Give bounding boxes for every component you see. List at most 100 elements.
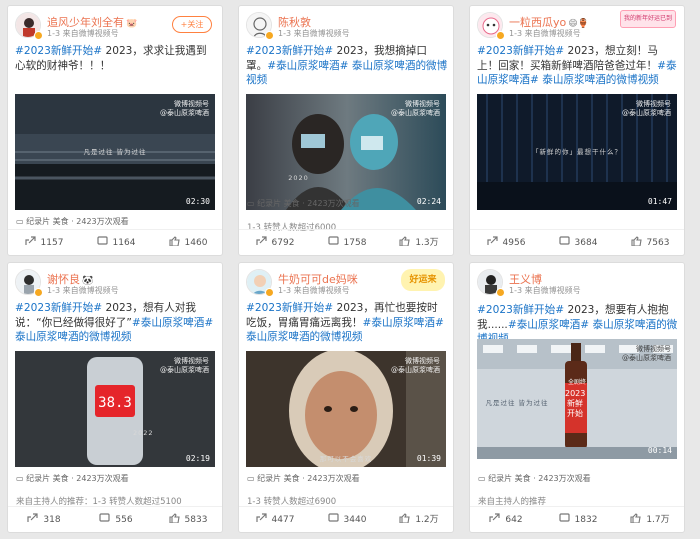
- post-header: 一粒西瓜yo 😄🏺 1-3 来自微博视频号 我的新年好运已到: [477, 10, 678, 40]
- video-year: 2022: [133, 429, 154, 437]
- video-stats: ▭ 纪录片 美食 · 2423万次观看: [247, 199, 360, 208]
- comment-button[interactable]: 1164: [80, 230, 152, 255]
- thumbs-up-icon: [168, 513, 180, 523]
- video-duration: 00:14: [647, 446, 672, 455]
- post-header: 王义博 1-3 来自微博视频号: [477, 269, 678, 297]
- user-emoji: 🐷: [126, 19, 138, 29]
- hashtag-link[interactable]: #2023新鲜开始#: [15, 45, 102, 57]
- share-button[interactable]: 6792: [239, 230, 311, 255]
- share-icon: [255, 236, 267, 245]
- video-watermark: 微博视频号 @泰山原浆啤酒: [391, 100, 440, 117]
- action-bar: 4477 3440 1.2万: [239, 506, 453, 532]
- comment-button[interactable]: 3440: [311, 507, 383, 532]
- action-bar: 1157 1164 1460: [8, 229, 222, 255]
- share-button[interactable]: 318: [8, 507, 80, 532]
- video-watermark: 微博视频号 @泰山原浆啤酒: [622, 345, 671, 362]
- comment-icon: [327, 236, 339, 245]
- hashtag-link[interactable]: #2023新鲜开始#: [477, 304, 564, 316]
- like-button[interactable]: 1460: [152, 230, 222, 255]
- hashtag-link[interactable]: #2023新鲜开始#: [246, 45, 333, 57]
- post-card: 一粒西瓜yo 😄🏺 1-3 来自微博视频号 我的新年好运已到 #2023新鲜开始#…: [469, 5, 685, 256]
- share-icon: [24, 236, 36, 245]
- hashtag-link[interactable]: #2023新鲜开始#: [477, 45, 564, 57]
- thermometer-reading: 38.3: [98, 395, 132, 411]
- share-button[interactable]: 4477: [239, 507, 311, 532]
- like-button[interactable]: 5833: [152, 507, 222, 532]
- verified-badge-icon: [496, 31, 505, 40]
- post-meta: 1-3 来自微博视频号: [509, 286, 581, 295]
- share-button[interactable]: 1157: [8, 230, 80, 255]
- post-meta: 1-3 来自微博视频号: [278, 286, 350, 295]
- video-watermark: 微博视频号 @泰山原浆啤酒: [391, 357, 440, 374]
- post-meta: 1-3 来自微博视频号: [509, 29, 581, 38]
- bottle-top-label: 全剧终: [567, 379, 586, 386]
- comment-icon: [96, 236, 108, 245]
- video-caption: 凡是过往 皆为过往: [485, 399, 549, 407]
- video-play-icon: ▭: [247, 199, 258, 208]
- hashtag-link[interactable]: #泰山原浆啤酒#: [132, 317, 213, 329]
- action-bar: 642 1832 1.7万: [470, 506, 684, 532]
- video-stats: ▭ 纪录片 美食 · 2423万次观看: [16, 474, 129, 483]
- like-button[interactable]: 1.7万: [614, 507, 684, 532]
- hashtag-link[interactable]: #泰山原浆啤酒#: [267, 60, 348, 72]
- festive-badge[interactable]: 我的新年好运已到: [620, 10, 676, 28]
- video-watermark: 微博视频号 @泰山原浆啤酒: [160, 100, 209, 117]
- post-meta: 1-3 来自微博视频号: [47, 29, 119, 38]
- video-stats: ▭ 纪录片 美食 · 2423万次观看: [247, 474, 360, 483]
- festive-badge[interactable]: 好运来: [401, 269, 445, 291]
- video-watermark: 微博视频号 @泰山原浆啤酒: [622, 100, 671, 117]
- share-button[interactable]: 642: [470, 507, 542, 532]
- video-caption: 「新鲜的你」最想干什么？: [532, 148, 622, 156]
- post-meta: 1-3 来自微博视频号: [47, 286, 119, 295]
- follow-button[interactable]: +关注: [172, 16, 212, 33]
- comment-button[interactable]: 1832: [542, 507, 614, 532]
- comment-button[interactable]: 1758: [311, 230, 383, 255]
- hashtag-link[interactable]: 泰山原浆啤酒的微博视频: [542, 74, 659, 86]
- thumbs-up-icon: [630, 513, 641, 523]
- video-watermark: 微博视频号 @泰山原浆啤酒: [160, 357, 209, 374]
- hashtag-link[interactable]: #2023新鲜开始#: [15, 302, 102, 314]
- hashtag-link[interactable]: 泰山原浆啤酒的微博视频: [15, 331, 132, 343]
- like-button[interactable]: 7563: [614, 230, 684, 255]
- comment-icon: [558, 513, 570, 522]
- comment-button[interactable]: 3684: [542, 230, 614, 255]
- video-play-icon: ▭: [478, 474, 489, 483]
- hashtag-link[interactable]: #泰山原浆啤酒#: [508, 319, 589, 331]
- video-player[interactable]: 那可以不会喜欢 微博视频号 @泰山原浆啤酒 01:39: [246, 351, 446, 467]
- video-stats: ▭ 纪录片 美食 · 2423万次观看: [16, 217, 129, 226]
- share-icon: [489, 513, 501, 522]
- hashtag-link[interactable]: #2023新鲜开始#: [246, 302, 333, 314]
- hashtag-link[interactable]: 泰山原浆啤酒的微博视频: [246, 331, 363, 343]
- thumbs-up-icon: [399, 236, 410, 246]
- share-button[interactable]: 4956: [470, 230, 542, 255]
- video-stats: ▭ 纪录片 美食 · 2423万次观看: [478, 474, 591, 483]
- share-icon: [486, 236, 498, 245]
- verified-badge-icon: [34, 288, 43, 297]
- action-bar: 4956 3684 7563: [470, 229, 684, 255]
- post-text: #2023新鲜开始# 2023，再忙也要按时吃饭，胃痛胃痛远离我！#泰山原浆啤酒…: [246, 301, 448, 345]
- video-player[interactable]: 微博视频号 @泰山原浆啤酒 「新鲜的你」最想干什么？ 01:47: [477, 94, 677, 210]
- post-text: #2023新鲜开始# 2023，想立刻！马上！回家！买箱新鲜啤酒陪爸爸过年！#泰…: [477, 44, 679, 88]
- action-bar: 318 556 5833: [8, 506, 222, 532]
- post-header: 陈秋敦 1-3 来自微博视频号: [246, 12, 447, 40]
- post-card: 牛奶可可de妈咪 1-3 来自微博视频号 好运来 #2023新鲜开始# 2023…: [238, 262, 454, 533]
- share-icon: [255, 513, 267, 522]
- like-button[interactable]: 1.3万: [383, 230, 453, 255]
- video-player[interactable]: 微博视频号 @泰山原浆啤酒 凡是过往 皆为过往 02:30: [15, 94, 215, 210]
- verified-badge-icon: [34, 31, 43, 40]
- share-icon: [27, 513, 39, 522]
- post-header: 谢怀良 🐼 1-3 来自微博视频号: [15, 269, 216, 297]
- hashtag-link[interactable]: #泰山原浆啤酒#: [363, 317, 444, 329]
- post-text: #2023新鲜开始# 2023，求求让我遇到心软的财神爷！！！: [15, 44, 217, 73]
- video-player[interactable]: 38.3 2022 微博视频号 @泰山原浆啤酒 02:19: [15, 351, 215, 467]
- like-button[interactable]: 1.2万: [383, 507, 453, 532]
- thumbs-up-icon: [399, 513, 410, 523]
- video-player[interactable]: 全剧终 2023 新鲜 开始 凡是过往 皆为过往 微博视频号 @泰山原浆啤酒 00…: [477, 339, 677, 459]
- post-header: 牛奶可可de妈咪 1-3 来自微博视频号 好运来: [246, 269, 447, 297]
- verified-badge-icon: [265, 31, 274, 40]
- video-caption: 凡是过往 皆为过往: [83, 148, 147, 156]
- video-play-icon: ▭: [16, 474, 27, 483]
- comment-button[interactable]: 556: [80, 507, 152, 532]
- video-player[interactable]: 微博视频号 @泰山原浆啤酒 2020 02:24: [246, 94, 446, 210]
- comment-icon: [558, 236, 570, 245]
